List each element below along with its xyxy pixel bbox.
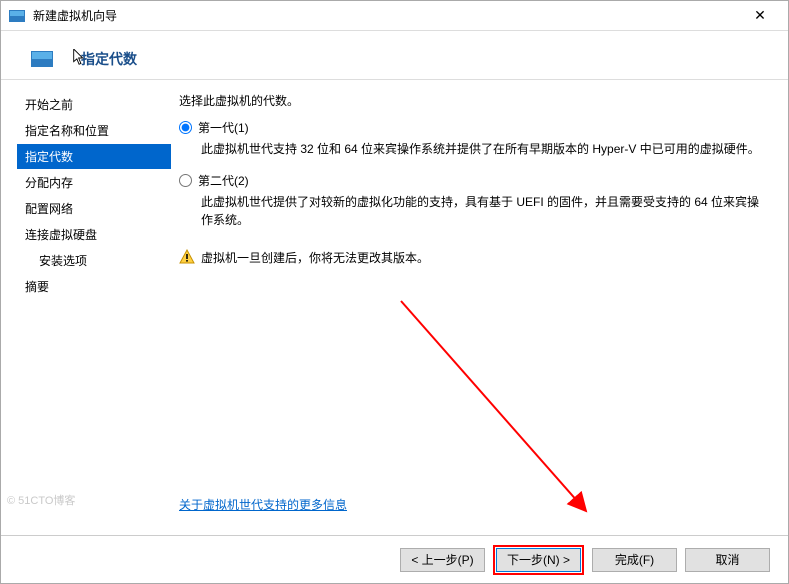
warning-icon <box>179 249 195 265</box>
window-title: 新建虚拟机向导 <box>33 7 740 24</box>
sidebar-item-install-options[interactable]: 安装选项 <box>17 248 171 273</box>
watermark: © 51CTO博客 <box>7 492 75 508</box>
warning-text: 虚拟机一旦创建后，你将无法更改其版本。 <box>201 249 429 266</box>
radio-gen2[interactable]: 第二代(2) <box>179 172 760 189</box>
sidebar-item-memory[interactable]: 分配内存 <box>17 170 171 195</box>
wizard-header: 指定代数 <box>1 31 788 80</box>
content-pane: 选择此虚拟机的代数。 第一代(1) 此虚拟机世代支持 32 位和 64 位来宾操… <box>171 80 788 535</box>
radio-gen2-desc: 此虚拟机世代提供了对较新的虚拟化功能的支持，具有基于 UEFI 的固件，并且需要… <box>179 193 760 229</box>
finish-button[interactable]: 完成(F) <box>592 548 677 572</box>
next-button-highlight: 下一步(N) > <box>493 545 584 575</box>
cursor-icon <box>73 49 87 67</box>
option-gen1: 第一代(1) 此虚拟机世代支持 32 位和 64 位来宾操作系统并提供了在所有早… <box>179 119 760 158</box>
next-button[interactable]: 下一步(N) > <box>496 548 581 572</box>
radio-gen2-label: 第二代(2) <box>198 172 249 189</box>
sidebar: 开始之前 指定名称和位置 指定代数 分配内存 配置网络 连接虚拟硬盘 安装选项 … <box>1 80 171 535</box>
sidebar-item-summary[interactable]: 摘要 <box>17 274 171 299</box>
radio-gen1-label: 第一代(1) <box>198 119 249 136</box>
header-icon <box>31 51 53 67</box>
wizard-window: 新建虚拟机向导 ✕ 指定代数 开始之前 指定名称和位置 指定代数 分配内存 配置… <box>0 0 789 584</box>
footer: < 上一步(P) 下一步(N) > 完成(F) 取消 <box>1 535 788 583</box>
radio-gen1-desc: 此虚拟机世代支持 32 位和 64 位来宾操作系统并提供了在所有早期版本的 Hy… <box>179 140 760 158</box>
warning: 虚拟机一旦创建后，你将无法更改其版本。 <box>179 249 760 266</box>
app-icon <box>9 10 25 22</box>
wizard-body: 开始之前 指定名称和位置 指定代数 分配内存 配置网络 连接虚拟硬盘 安装选项 … <box>1 80 788 535</box>
close-button[interactable]: ✕ <box>740 2 780 30</box>
sidebar-item-name-location[interactable]: 指定名称和位置 <box>17 118 171 143</box>
sidebar-item-vhd[interactable]: 连接虚拟硬盘 <box>17 222 171 247</box>
radio-gen1-input[interactable] <box>179 121 192 134</box>
page-title: 指定代数 <box>81 49 137 69</box>
sidebar-item-generation[interactable]: 指定代数 <box>17 144 171 169</box>
sidebar-item-before-begin[interactable]: 开始之前 <box>17 92 171 117</box>
titlebar: 新建虚拟机向导 ✕ <box>1 1 788 31</box>
link-row: 关于虚拟机世代支持的更多信息 <box>179 496 760 513</box>
prompt-text: 选择此虚拟机的代数。 <box>179 92 760 109</box>
radio-gen2-input[interactable] <box>179 174 192 187</box>
sidebar-item-network[interactable]: 配置网络 <box>17 196 171 221</box>
option-gen2: 第二代(2) 此虚拟机世代提供了对较新的虚拟化功能的支持，具有基于 UEFI 的… <box>179 172 760 229</box>
radio-gen1[interactable]: 第一代(1) <box>179 119 760 136</box>
cancel-button[interactable]: 取消 <box>685 548 770 572</box>
more-info-link[interactable]: 关于虚拟机世代支持的更多信息 <box>179 498 347 512</box>
prev-button[interactable]: < 上一步(P) <box>400 548 485 572</box>
